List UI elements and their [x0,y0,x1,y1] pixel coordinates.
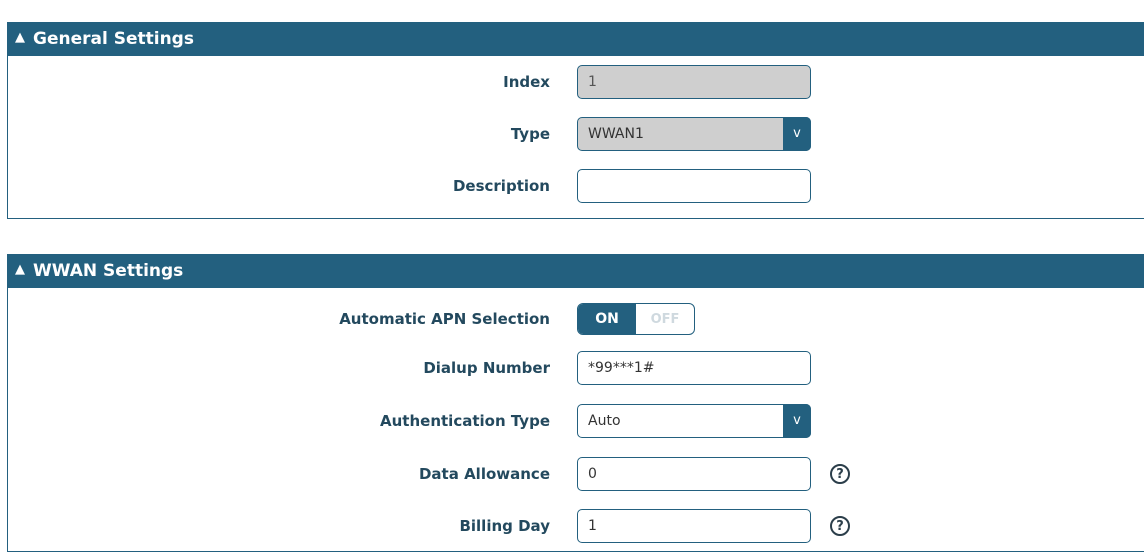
type-row: Type WWAN1 v [8,117,1144,151]
chevron-down-icon[interactable]: v [783,404,811,438]
description-label: Description [452,177,550,195]
auth-select-value: Auto [588,413,621,429]
apn-toggle-off[interactable]: OFF [636,304,694,334]
apn-row: Automatic APN Selection ON OFF [8,302,1144,336]
question-circle-icon[interactable]: ? [830,464,850,484]
general-settings-title: General Settings [33,29,194,49]
dialup-row: Dialup Number [8,351,1144,385]
apn-label: Automatic APN Selection [339,310,550,328]
wwan-settings-title: WWAN Settings [33,261,184,281]
billing-row: Billing Day ? [8,509,1144,543]
dialup-label: Dialup Number [423,359,550,377]
index-row: Index [8,65,1144,99]
wwan-settings-body: Automatic APN Selection ON OFF Dialup Nu… [7,288,1144,552]
wwan-settings-header[interactable]: ▲ WWAN Settings [7,254,1144,288]
apn-toggle[interactable]: ON OFF [577,303,695,335]
allowance-field[interactable] [577,457,811,491]
apn-toggle-on[interactable]: ON [578,304,636,334]
chevron-up-icon[interactable]: ▲ [15,253,25,287]
general-settings-header[interactable]: ▲ General Settings [7,22,1144,56]
question-circle-icon[interactable]: ? [830,516,850,536]
index-field[interactable] [577,65,811,99]
chevron-up-icon[interactable]: ▲ [15,21,25,55]
auth-row: Authentication Type Auto v [8,404,1144,438]
auth-select[interactable]: Auto v [577,404,811,438]
type-select-value: WWAN1 [588,126,644,142]
general-settings-body: Index Type WWAN1 v Description [7,56,1144,219]
description-row: Description [8,169,1144,203]
type-select[interactable]: WWAN1 v [577,117,811,151]
auth-label: Authentication Type [380,412,550,430]
index-label: Index [503,73,550,91]
wwan-settings-panel: ▲ WWAN Settings Automatic APN Selection … [7,254,1144,552]
description-field[interactable] [577,169,811,203]
billing-label: Billing Day [459,517,550,535]
general-settings-panel: ▲ General Settings Index Type WWAN1 v De… [7,22,1144,219]
chevron-down-icon[interactable]: v [783,117,811,151]
dialup-field[interactable] [577,351,811,385]
billing-field[interactable] [577,509,811,543]
type-label: Type [510,125,550,143]
allowance-row: Data Allowance ? [8,457,1144,491]
allowance-label: Data Allowance [418,465,550,483]
